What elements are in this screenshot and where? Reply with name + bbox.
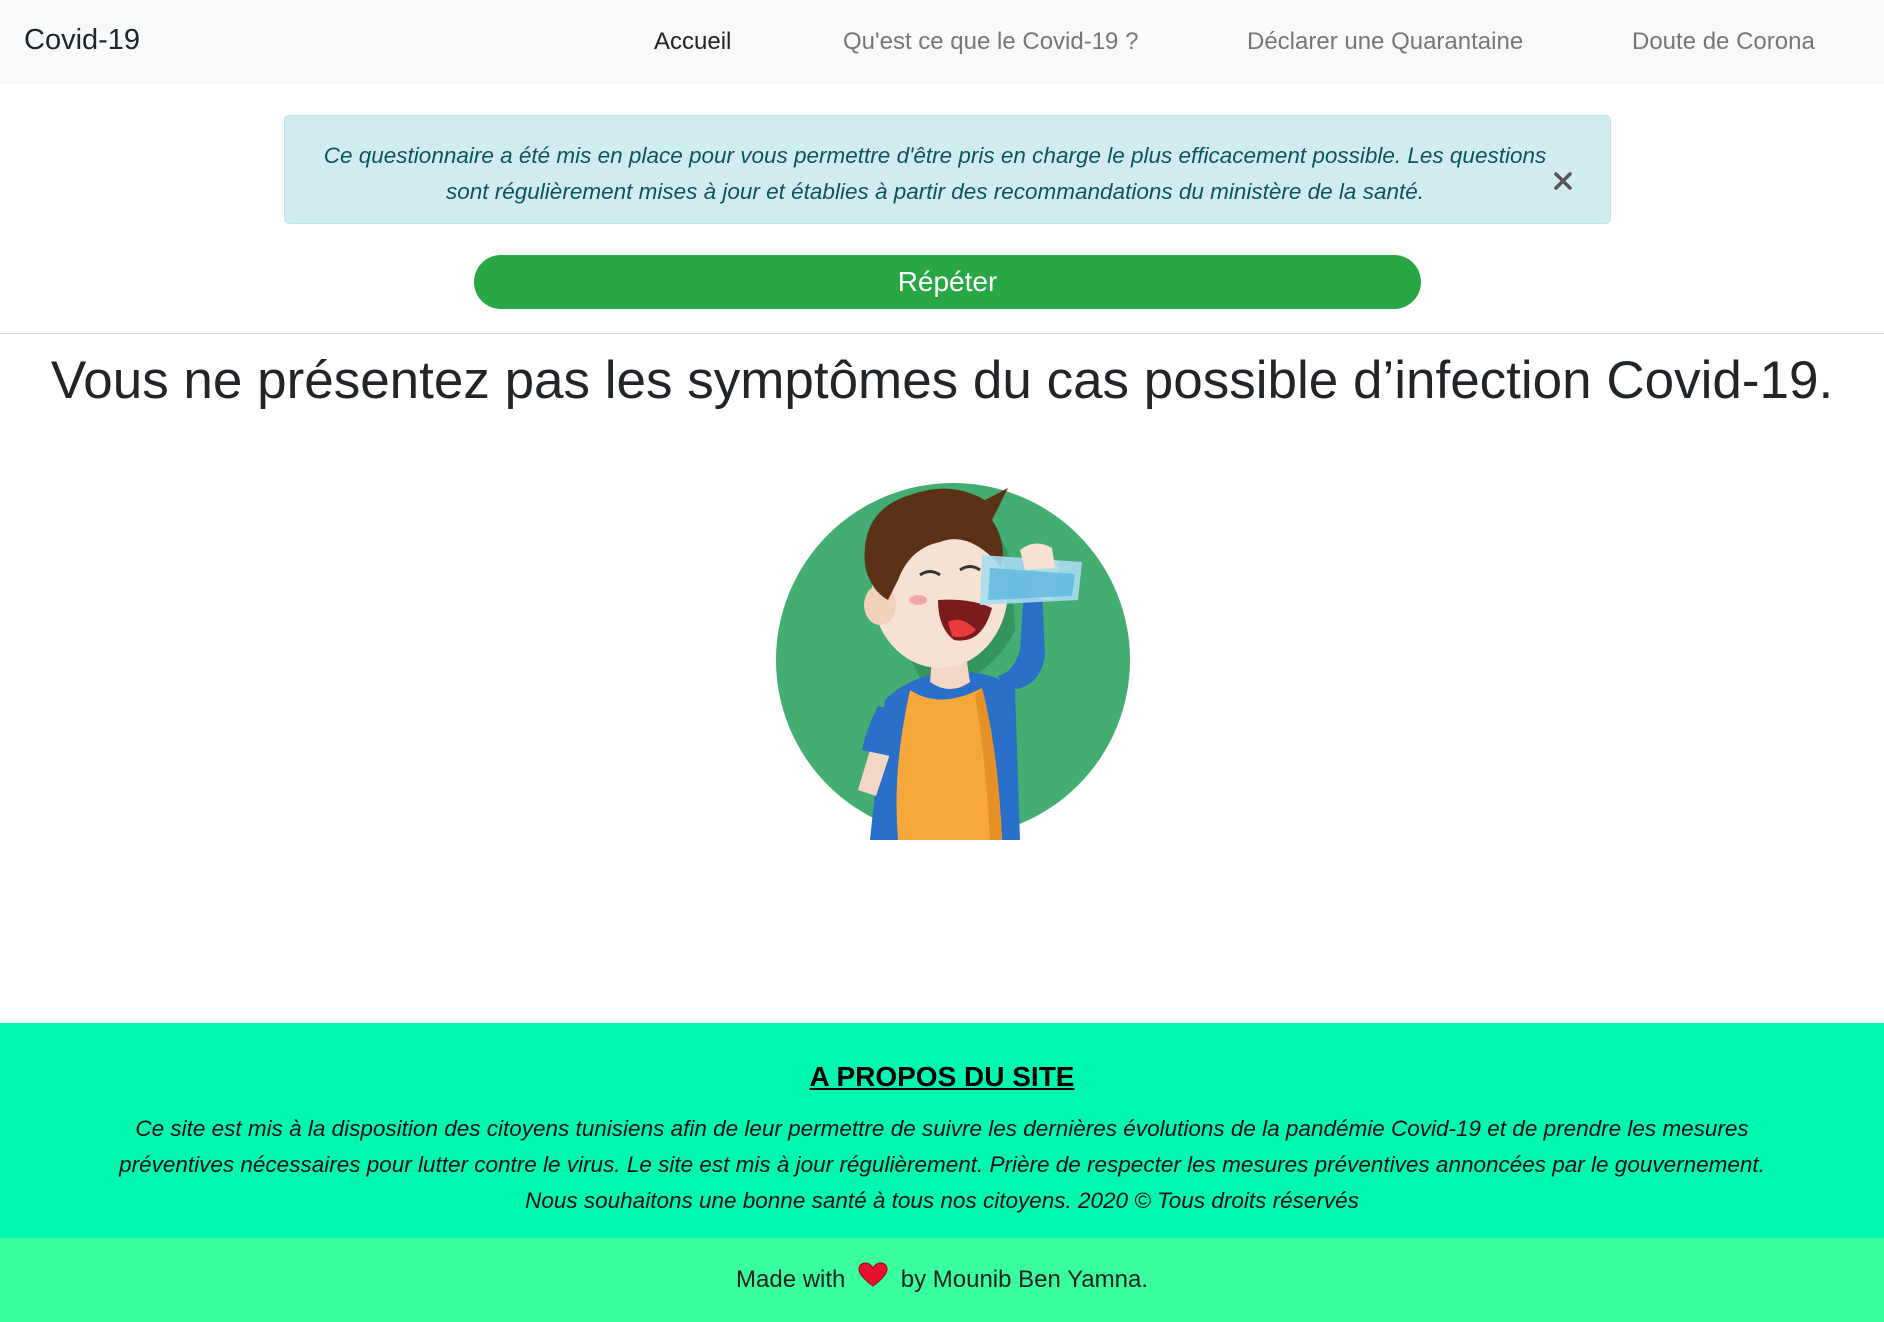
- nav-link-accueil[interactable]: Accueil: [654, 28, 731, 56]
- nav-link-declare-quarantine[interactable]: Déclarer une Quarantaine: [1247, 28, 1523, 56]
- repeat-button[interactable]: Répéter: [474, 255, 1421, 309]
- credit-bar: Made with by Mounib Ben Yamna.: [0, 1238, 1884, 1322]
- credit-prefix: Made with: [736, 1266, 846, 1293]
- result-headline: Vous ne présentez pas les symptômes du c…: [50, 351, 1834, 410]
- divider: [0, 333, 1884, 334]
- about-title: A PROPOS DU SITE: [809, 1061, 1075, 1092]
- close-icon[interactable]: [1552, 170, 1574, 192]
- page: Covid-19 Accueil Qu'est ce que le Covid-…: [0, 0, 1884, 1322]
- brand-logo[interactable]: Covid-19: [24, 24, 140, 57]
- about-section: A PROPOS DU SITE Ce site est mis à la di…: [0, 1023, 1884, 1238]
- boy-drinking-water-illustration: [770, 450, 1140, 840]
- alert-text: Ce questionnaire a été mis en place pour…: [323, 143, 1547, 204]
- credit-suffix: by Mounib Ben Yamna.: [900, 1266, 1148, 1293]
- navbar: Covid-19 Accueil Qu'est ce que le Covid-…: [0, 0, 1884, 84]
- nav-link-what-is-covid[interactable]: Qu'est ce que le Covid-19 ?: [843, 28, 1138, 56]
- heart-icon: [858, 1239, 888, 1322]
- nav-link-doute-corona[interactable]: Doute de Corona: [1632, 28, 1815, 56]
- about-text: Ce site est mis à la disposition des cit…: [119, 1116, 1765, 1213]
- info-alert: Ce questionnaire a été mis en place pour…: [284, 115, 1611, 224]
